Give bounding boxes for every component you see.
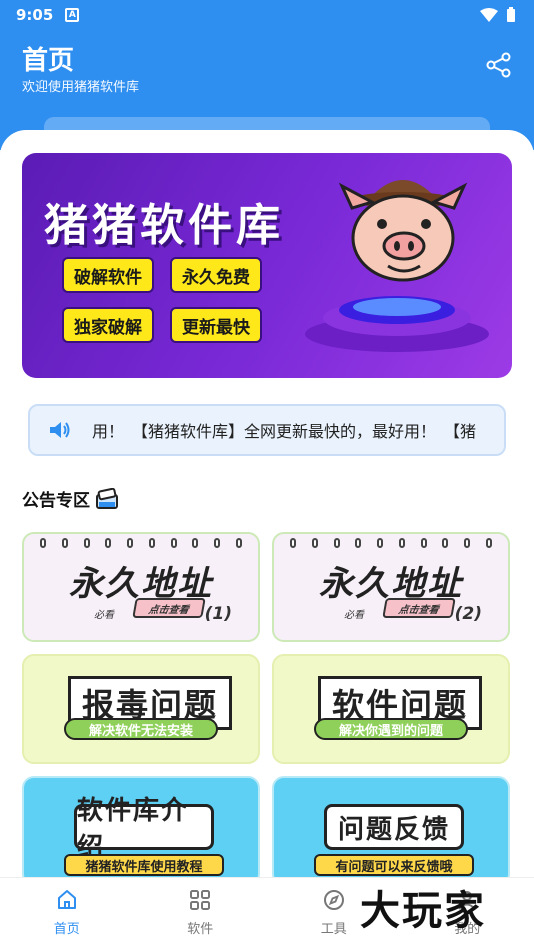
tile-subtitle: 有问题可以来反馈哦 — [314, 854, 474, 876]
notification-icon: A — [65, 8, 80, 22]
tile-subtitle: 解决你遇到的问题 — [314, 718, 468, 740]
compass-icon — [323, 890, 344, 910]
watermark: 大玩家 — [360, 888, 486, 934]
tile-title: 软件库介绍 — [74, 796, 214, 863]
home-icon — [57, 890, 76, 909]
tile-virus-warning[interactable]: 报毒问题 解决软件无法安装 — [22, 654, 260, 764]
tile-permanent-address-2[interactable]: 永久地址 必看 点击查看 (2) — [272, 532, 510, 642]
tile-small-label: 必看 — [94, 610, 114, 621]
tile-view-button: 点击查看 — [132, 598, 206, 618]
banner-tag: 更新最快 — [170, 307, 262, 343]
banner-tag: 破解软件 — [62, 257, 154, 293]
banner-title: 猪猪软件库 — [44, 200, 284, 251]
stage-illustration — [305, 296, 489, 352]
tile-small-label: 必看 — [344, 610, 364, 621]
wifi-icon — [480, 8, 498, 22]
page-subtitle: 欢迎使用猪猪软件库 — [22, 80, 140, 95]
notebook-rings — [290, 538, 492, 548]
notebook-rings — [40, 538, 242, 548]
tile-software-issues[interactable]: 软件问题 解决你遇到的问题 — [272, 654, 510, 764]
status-bar: 9:05 A — [16, 4, 516, 26]
tile-view-button: 点击查看 — [382, 598, 456, 618]
nav-label: 软件 — [187, 922, 214, 937]
pig-mascot-icon — [338, 180, 468, 282]
battery-icon — [507, 7, 515, 22]
app-header: 9:05 A 首页 欢迎使用猪猪软件库 — [0, 0, 534, 150]
page-title: 首页 — [22, 46, 75, 76]
nav-software[interactable]: 软件 — [134, 878, 268, 950]
tile-permanent-address-1[interactable]: 永久地址 必看 点击查看 (1) — [22, 532, 260, 642]
share-icon[interactable] — [486, 52, 512, 78]
tile-subtitle: 解决软件无法安装 — [64, 718, 218, 740]
banner-tag: 永久免费 — [170, 257, 262, 293]
section-title-text: 公告专区 — [22, 491, 90, 511]
status-time: 9:05 — [16, 6, 54, 24]
tile-subtitle: 猪猪软件库使用教程 — [64, 854, 224, 876]
tile-library-intro[interactable]: 软件库介绍 猪猪软件库使用教程 — [22, 776, 260, 886]
notice-marquee[interactable]: 用！ 【猪猪软件库】全网更新最快的，最好用！ 【猪 — [28, 404, 506, 456]
tile-number: (1) — [204, 604, 232, 624]
nav-label: 工具 — [320, 922, 347, 937]
notice-text: 用！ 【猪猪软件库】全网更新最快的，最好用！ 【猪 — [92, 422, 477, 441]
nav-label: 首页 — [53, 922, 80, 937]
nav-home[interactable]: 首页 — [0, 878, 134, 950]
announcement-icon — [96, 487, 118, 509]
banner-tag: 独家破解 — [62, 307, 154, 343]
tile-number: (2) — [454, 604, 482, 624]
tile-feedback[interactable]: 问题反馈 有问题可以来反馈哦 — [272, 776, 510, 886]
speaker-icon — [50, 422, 70, 438]
tile-title: 问题反馈 — [324, 804, 464, 850]
grid-icon — [190, 890, 211, 910]
section-title: 公告专区 — [22, 486, 120, 511]
